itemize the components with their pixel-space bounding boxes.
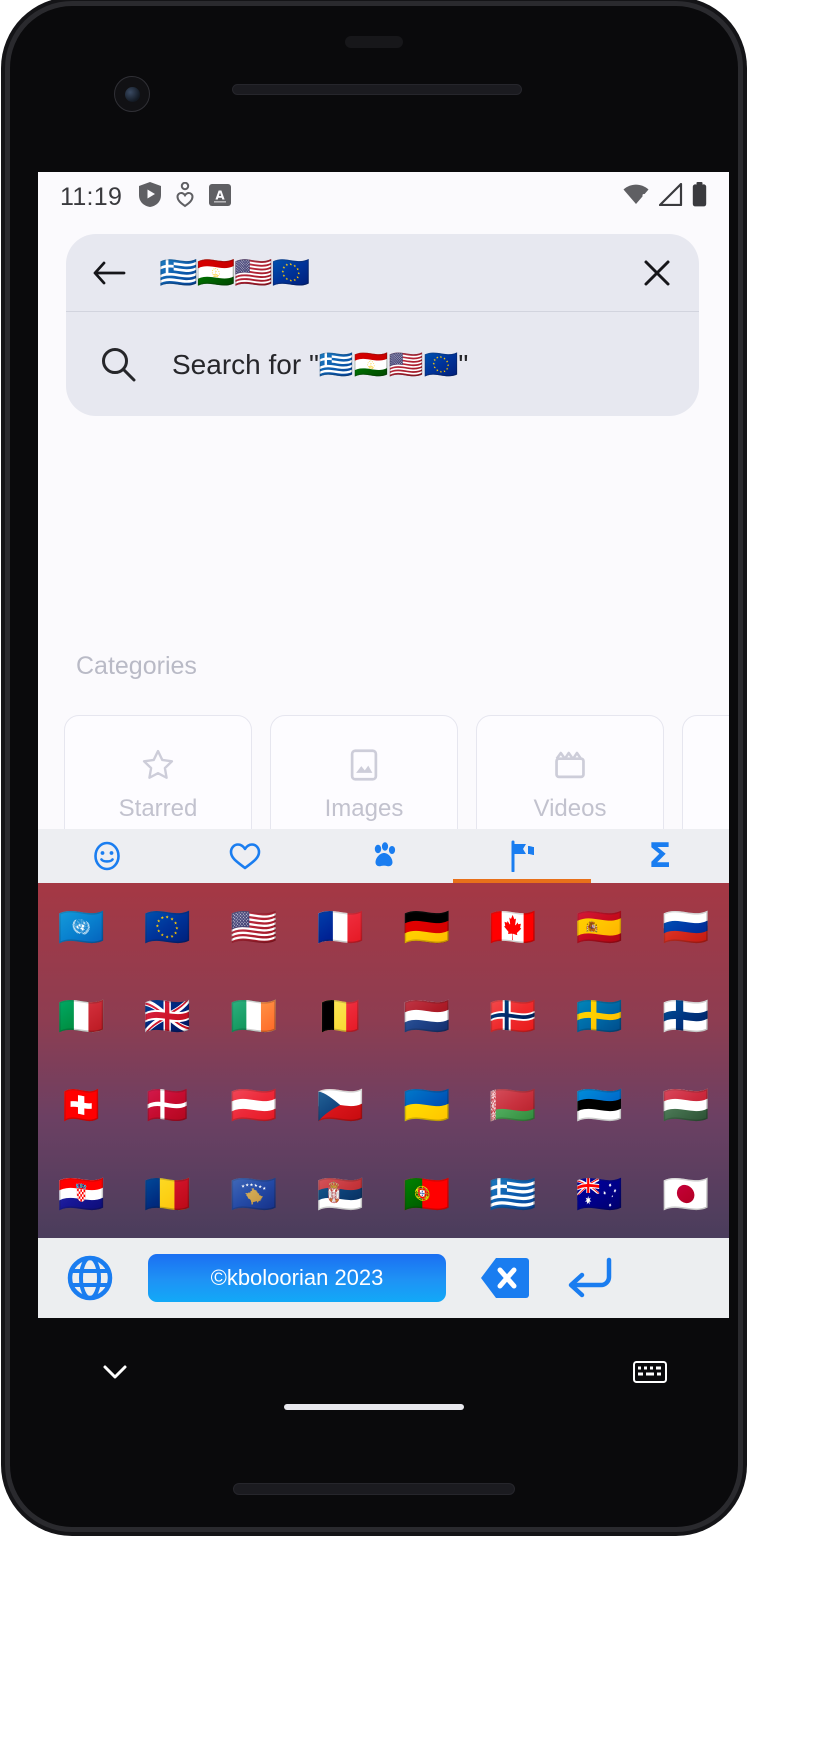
star-icon bbox=[139, 746, 177, 784]
spacebar-label: ©kboloorian 2023 bbox=[210, 1265, 384, 1290]
status-right-icons bbox=[623, 182, 707, 212]
flag-icon bbox=[507, 840, 537, 872]
status-bar: 11:19 A bbox=[38, 172, 729, 222]
emoji-key[interactable]: 🇮🇪 bbox=[230, 997, 277, 1035]
search-query-value[interactable]: 🇬🇷🇹🇯🇺🇸🇪🇺 bbox=[159, 254, 310, 291]
categories-section: Categories Starred Images Videos bbox=[38, 652, 729, 853]
cellular-signal-icon bbox=[658, 182, 683, 211]
emoji-key[interactable]: 🇺🇦 bbox=[403, 1086, 450, 1124]
wifi-no-internet-icon bbox=[623, 183, 650, 211]
keyboard-category-tabs: Σ bbox=[38, 829, 729, 883]
emoji-key[interactable]: 🇮🇹 bbox=[58, 997, 105, 1035]
emoji-key[interactable]: 🇵🇹 bbox=[403, 1175, 450, 1213]
search-suggestion-label: Search for "🇬🇷🇹🇯🇺🇸🇪🇺" bbox=[172, 348, 469, 380]
heart-icon bbox=[229, 841, 261, 871]
emoji-key[interactable]: 🇩🇪 bbox=[403, 908, 450, 946]
emoji-key[interactable]: 🇫🇷 bbox=[317, 908, 364, 946]
svg-text:A: A bbox=[216, 188, 226, 202]
search-icon bbox=[99, 345, 137, 383]
top-speaker-slot bbox=[345, 36, 403, 48]
search-input-row[interactable]: 🇬🇷🇹🇯🇺🇸🇪🇺 bbox=[66, 234, 699, 312]
battery-full-icon bbox=[692, 182, 707, 212]
emoji-key[interactable]: 🇺🇸 bbox=[230, 908, 277, 946]
categories-title: Categories bbox=[76, 652, 197, 680]
keyboard-icon[interactable] bbox=[633, 1359, 667, 1385]
category-label: Starred bbox=[118, 794, 198, 822]
emoji-key[interactable]: 🇯🇵 bbox=[662, 1175, 709, 1213]
close-icon[interactable] bbox=[641, 257, 673, 289]
front-camera bbox=[114, 76, 150, 112]
emoji-key[interactable]: 🇫🇮 bbox=[662, 997, 709, 1035]
globe-icon[interactable] bbox=[66, 1254, 114, 1302]
emoji-key[interactable]: 🇬🇷 bbox=[489, 1175, 536, 1213]
chevron-down-icon[interactable] bbox=[100, 1357, 130, 1387]
enter-icon[interactable] bbox=[566, 1257, 612, 1299]
tab-symbols[interactable]: Σ bbox=[591, 829, 729, 883]
emoji-key[interactable]: 🇷🇸 bbox=[317, 1175, 364, 1213]
play-protect-icon bbox=[139, 182, 162, 212]
tab-animals[interactable] bbox=[314, 829, 452, 883]
emoji-key[interactable]: 🇸🇪 bbox=[576, 997, 623, 1035]
emoji-key[interactable]: 🇧🇾 bbox=[489, 1086, 536, 1124]
earpiece-speaker bbox=[232, 84, 522, 95]
emoji-key[interactable]: 🇪🇪 bbox=[576, 1086, 623, 1124]
spacebar-key[interactable]: ©kboloorian 2023 bbox=[148, 1254, 446, 1302]
sigma-icon: Σ bbox=[648, 836, 672, 876]
keyboard-bottom-bar: ©kboloorian 2023 bbox=[38, 1238, 729, 1318]
pulse-heart-icon bbox=[176, 181, 194, 213]
back-arrow-icon[interactable] bbox=[92, 256, 126, 290]
emoji-key[interactable]: 🇳🇴 bbox=[489, 997, 536, 1035]
emoji-key[interactable]: 🇺🇳 bbox=[58, 908, 105, 946]
emoji-key[interactable]: 🇨🇦 bbox=[489, 908, 536, 946]
image-icon bbox=[345, 746, 383, 784]
category-label: Images bbox=[324, 794, 404, 822]
emoji-key[interactable]: 🇦🇹 bbox=[230, 1086, 277, 1124]
status-time: 11:19 bbox=[60, 182, 123, 211]
video-icon bbox=[551, 746, 589, 784]
emoji-key[interactable]: 🇷🇴 bbox=[144, 1175, 191, 1213]
emoji-key[interactable]: 🇨🇭 bbox=[58, 1086, 105, 1124]
emoji-key[interactable]: 🇨🇿 bbox=[317, 1086, 364, 1124]
emoji-grid[interactable]: 🇺🇳 🇪🇺 🇺🇸 🇫🇷 🇩🇪 🇨🇦 🇪🇸 🇷🇺 🇮🇹 🇬🇧 🇮🇪 🇧🇪 🇳🇱 🇳🇴 🇸🇪 🇫🇮 🇨🇭 🇩🇰 🇦🇹 🇨🇿… bbox=[38, 883, 729, 1238]
tab-hearts[interactable] bbox=[176, 829, 314, 883]
phone-frame: 11:19 A 🇬🇷🇹🇯🇺🇸🇪🇺 Search for "🇬🇷🇹🇯🇺🇸🇪🇺" C… bbox=[10, 6, 738, 1527]
paw-icon bbox=[368, 841, 400, 871]
tab-smileys[interactable] bbox=[38, 829, 176, 883]
emoji-key[interactable]: 🇦🇺 bbox=[576, 1175, 623, 1213]
emoji-key[interactable]: 🇭🇺 bbox=[662, 1086, 709, 1124]
emoji-key[interactable]: 🇩🇰 bbox=[144, 1086, 191, 1124]
emoji-key[interactable]: 🇬🇧 bbox=[144, 997, 191, 1035]
search-overlay-panel: 🇬🇷🇹🇯🇺🇸🇪🇺 Search for "🇬🇷🇹🇯🇺🇸🇪🇺" bbox=[66, 234, 699, 416]
emoji-keyboard: Σ 🇺🇳 🇪🇺 🇺🇸 🇫🇷 🇩🇪 🇨🇦 🇪🇸 🇷🇺 🇮🇹 🇬🇧 🇮🇪 🇧🇪 🇳🇱 🇳🇴 🇸🇪 🇫🇮 🇨🇭 🇩🇰 🇦🇹… bbox=[38, 829, 729, 1318]
emoji-key[interactable]: 🇷🇺 bbox=[662, 908, 709, 946]
device-screen: 11:19 A 🇬🇷🇹🇯🇺🇸🇪🇺 Search for "🇬🇷🇹🇯🇺🇸🇪🇺" C… bbox=[38, 172, 729, 1318]
smiley-icon bbox=[91, 840, 123, 872]
bottom-speaker-slot bbox=[233, 1483, 515, 1495]
emoji-key[interactable]: 🇪🇸 bbox=[576, 908, 623, 946]
category-label: Videos bbox=[533, 794, 607, 822]
keyboard-language-icon: A bbox=[209, 183, 232, 211]
emoji-key[interactable]: 🇭🇷 bbox=[58, 1175, 105, 1213]
status-left-icons: A bbox=[139, 181, 232, 213]
home-indicator[interactable] bbox=[284, 1404, 464, 1410]
emoji-key[interactable]: 🇳🇱 bbox=[403, 997, 450, 1035]
search-suggestion-row[interactable]: Search for "🇬🇷🇹🇯🇺🇸🇪🇺" bbox=[66, 312, 699, 416]
emoji-key[interactable]: 🇧🇪 bbox=[317, 997, 364, 1035]
emoji-key[interactable]: 🇪🇺 bbox=[144, 908, 191, 946]
emoji-key[interactable]: 🇽🇰 bbox=[230, 1175, 277, 1213]
backspace-icon[interactable] bbox=[480, 1255, 530, 1301]
tab-flags[interactable] bbox=[452, 829, 592, 883]
